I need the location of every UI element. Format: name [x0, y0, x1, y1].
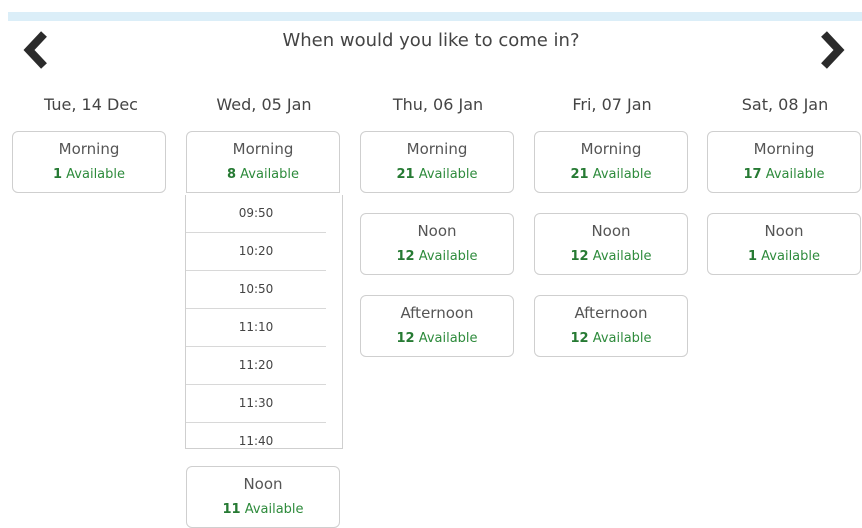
slot-available-label: Available: [418, 167, 478, 182]
slot-count: 21: [570, 167, 589, 182]
slot-name: Morning: [232, 140, 294, 158]
chevron-right-icon: [821, 31, 845, 69]
slot-sat-morning[interactable]: Morning 17 Available: [707, 131, 861, 193]
slot-availability: 11 Available: [187, 502, 339, 517]
slot-availability: 21 Available: [361, 167, 513, 182]
slot-availability: 1 Available: [13, 167, 165, 182]
slot-count: 1: [747, 249, 758, 264]
slot-availability: 12 Available: [535, 331, 687, 346]
slot-count: 12: [570, 249, 589, 264]
slot-available-label: Available: [66, 167, 126, 182]
slot-fri-afternoon[interactable]: Afternoon 12 Available: [534, 295, 688, 357]
time-option[interactable]: 10:50: [186, 271, 326, 309]
time-option[interactable]: 10:20: [186, 233, 326, 271]
slot-thu-noon[interactable]: Noon 12 Available: [360, 213, 514, 275]
slot-availability: 12 Available: [361, 249, 513, 264]
slot-wed-noon[interactable]: Noon 11 Available: [186, 466, 340, 528]
time-list-wed[interactable]: 09:50 10:20 10:50 11:10 11:20 11:30 11:4…: [185, 195, 343, 449]
slot-available-label: Available: [761, 249, 821, 264]
slot-count: 11: [222, 502, 241, 517]
slot-sat-noon[interactable]: Noon 1 Available: [707, 213, 861, 275]
slot-name: Morning: [753, 140, 815, 158]
slot-thu-afternoon[interactable]: Afternoon 12 Available: [360, 295, 514, 357]
page-title: When would you like to come in?: [282, 30, 580, 51]
slot-name: Morning: [58, 140, 120, 158]
day-header-thu-06-jan: Thu, 06 Jan: [392, 95, 484, 114]
slot-availability: 17 Available: [708, 167, 860, 182]
slot-name: Afternoon: [400, 304, 474, 322]
next-button[interactable]: [818, 30, 846, 70]
slot-available-label: Available: [418, 249, 478, 264]
time-option[interactable]: 11:10: [186, 309, 326, 347]
day-header-sat-08-jan: Sat, 08 Jan: [741, 95, 829, 114]
slot-name: Morning: [580, 140, 642, 158]
time-option[interactable]: 09:50: [186, 195, 326, 233]
slot-name: Noon: [243, 475, 283, 493]
slot-count: 8: [226, 167, 237, 182]
day-header-fri-07-jan: Fri, 07 Jan: [572, 95, 652, 114]
slot-name: Noon: [764, 222, 804, 240]
slot-availability: 1 Available: [708, 249, 860, 264]
slot-name: Noon: [591, 222, 631, 240]
slot-tue-morning[interactable]: Morning 1 Available: [12, 131, 166, 193]
slot-count: 12: [396, 249, 415, 264]
top-bar: [8, 12, 862, 21]
slot-available-label: Available: [244, 502, 304, 517]
slot-count: 21: [396, 167, 415, 182]
slot-count: 12: [396, 331, 415, 346]
slot-wed-morning[interactable]: Morning 8 Available: [186, 131, 340, 193]
day-header-wed-05-jan: Wed, 05 Jan: [216, 95, 312, 114]
slot-availability: 8 Available: [187, 167, 339, 182]
slot-availability: 21 Available: [535, 167, 687, 182]
slot-name: Morning: [406, 140, 468, 158]
day-header-tue-14-dec: Tue, 14 Dec: [44, 95, 138, 114]
slot-available-label: Available: [418, 331, 478, 346]
slot-available-label: Available: [240, 167, 300, 182]
slot-count: 12: [570, 331, 589, 346]
time-option[interactable]: 11:20: [186, 347, 326, 385]
slot-availability: 12 Available: [535, 249, 687, 264]
slot-count: 1: [52, 167, 63, 182]
slot-available-label: Available: [592, 249, 652, 264]
slot-available-label: Available: [592, 331, 652, 346]
time-option[interactable]: 11:30: [186, 385, 326, 423]
slot-name: Afternoon: [574, 304, 648, 322]
slot-name: Noon: [417, 222, 457, 240]
slot-fri-morning[interactable]: Morning 21 Available: [534, 131, 688, 193]
slot-thu-morning[interactable]: Morning 21 Available: [360, 131, 514, 193]
time-option[interactable]: 11:40: [186, 423, 326, 448]
slot-count: 17: [743, 167, 762, 182]
slot-available-label: Available: [592, 167, 652, 182]
slot-available-label: Available: [765, 167, 825, 182]
slot-fri-noon[interactable]: Noon 12 Available: [534, 213, 688, 275]
slot-availability: 12 Available: [361, 331, 513, 346]
